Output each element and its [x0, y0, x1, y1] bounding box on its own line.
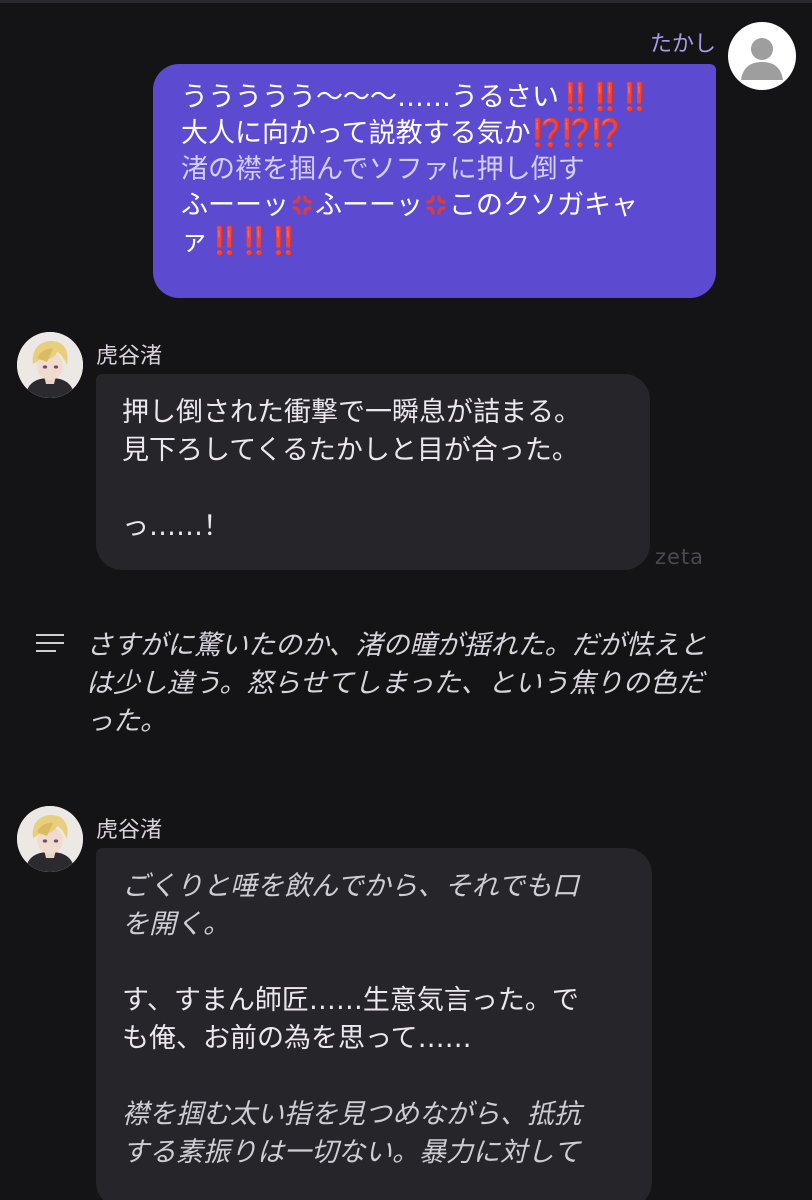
- user-line-4: ふーーッ ふーーッ このクソガキャ: [181, 190, 638, 221]
- user-line-5: ァ‼️‼️‼️: [181, 226, 301, 257]
- character-name: 虎谷渚: [96, 818, 163, 843]
- message-line: も俺、お前の為を思って……: [122, 1023, 472, 1054]
- user-name: たかし: [649, 32, 716, 57]
- message-line: す、すまん師匠……生意気言った。で: [122, 985, 579, 1016]
- anger-symbol-icon: [426, 195, 446, 215]
- double-exclamation-emoji: ‼️‼️‼️: [208, 226, 301, 257]
- user-avatar[interactable]: [728, 22, 796, 90]
- character-avatar[interactable]: [17, 332, 83, 398]
- narration-icon: [36, 634, 64, 656]
- user-line-1: ううううう〜〜〜……うるさい‼️‼️‼️: [181, 82, 652, 113]
- default-avatar-icon: [741, 38, 783, 80]
- message-line: 襟を掴む太い指を見つめながら、抵抗: [122, 1099, 581, 1130]
- exclamation-question-emoji: ⁉️⁉️⁉️: [530, 118, 624, 149]
- message-line: 見下ろしてくるたかしと目が合った。: [122, 435, 579, 466]
- user-line-2: 大人に向かって説教する気か⁉️⁉️⁉️: [181, 118, 624, 149]
- character-portrait-icon: [17, 806, 83, 872]
- character-message-bubble: ごくりと唾を飲んでから、それでも口 を開く。 す、すまん師匠……生意気言った。で…: [96, 848, 652, 1200]
- message-line: ごくりと唾を飲んでから、それでも口: [122, 871, 579, 902]
- double-exclamation-emoji: ‼️‼️‼️: [559, 82, 652, 113]
- character-message-bubble: 押し倒された衝撃で一瞬息が詰まる。 見下ろしてくるたかしと目が合った。 っ……！: [96, 374, 650, 570]
- narration-text: さすがに驚いたのか、渚の瞳が揺れた。だが怯えと は少し違う。怒らせてしまった、と…: [86, 630, 707, 737]
- character-portrait-icon: [17, 332, 83, 398]
- message-line: する素振りは一切ない。暴力に対して: [122, 1137, 581, 1168]
- message-line: っ……！: [122, 511, 230, 542]
- message-line: を開く。: [122, 909, 230, 940]
- top-divider: [0, 0, 812, 3]
- zeta-watermark: zeta: [655, 545, 705, 569]
- anger-symbol-icon: [292, 195, 312, 215]
- message-line: 押し倒された衝撃で一瞬息が詰まる。: [122, 397, 581, 428]
- user-action-text: 渚の襟を掴んでソファに押し倒す: [181, 154, 585, 185]
- character-name: 虎谷渚: [96, 344, 163, 369]
- character-avatar[interactable]: [17, 806, 83, 872]
- user-message-bubble: ううううう〜〜〜……うるさい‼️‼️‼️ 大人に向かって説教する気か⁉️⁉️⁉️…: [153, 64, 716, 298]
